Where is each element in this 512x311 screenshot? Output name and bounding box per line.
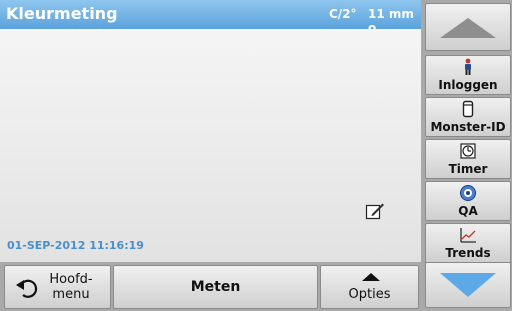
sample-id-label: Monster-ID bbox=[430, 120, 506, 134]
qa-icon bbox=[460, 185, 476, 201]
scroll-up-button[interactable] bbox=[425, 3, 511, 51]
measurement-area: 01-SEP-2012 11:16:19 bbox=[0, 29, 421, 262]
timer-button[interactable]: Timer bbox=[425, 139, 511, 179]
qa-button[interactable]: QA bbox=[425, 181, 511, 221]
main-menu-label-line2: menu bbox=[52, 287, 90, 302]
back-arrow-icon bbox=[16, 279, 38, 298]
options-button[interactable]: Opties bbox=[320, 265, 419, 309]
right-sidebar: Inloggen Monster-ID Timer QA Trends bbox=[421, 0, 512, 311]
page-title: Kleurmeting bbox=[6, 4, 118, 23]
trends-label: Trends bbox=[445, 246, 491, 260]
trends-button[interactable]: Trends bbox=[425, 223, 511, 263]
options-button-label: Opties bbox=[348, 287, 391, 302]
scroll-down-arrow-icon bbox=[440, 273, 496, 297]
measure-button[interactable]: Meten bbox=[113, 265, 318, 309]
person-icon bbox=[465, 58, 471, 75]
title-bar: Kleurmeting C/2° 11 mm o bbox=[0, 0, 421, 35]
main-menu-label-line1: Hoofd- bbox=[49, 272, 93, 287]
bottom-toolbar: Hoofd- menu Meten Opties bbox=[0, 262, 421, 311]
scroll-up-arrow-icon bbox=[440, 18, 496, 38]
timer-label: Timer bbox=[448, 162, 488, 176]
condition-indicator: C/2° bbox=[329, 7, 357, 21]
timer-icon bbox=[460, 143, 476, 159]
triangle-up-icon bbox=[362, 273, 380, 281]
qa-label: QA bbox=[458, 204, 478, 218]
main-menu-button[interactable]: Hoofd- menu bbox=[4, 265, 111, 309]
sample-vial-icon bbox=[462, 100, 474, 118]
edit-note-icon[interactable] bbox=[365, 201, 385, 221]
measure-button-label: Meten bbox=[190, 279, 241, 295]
datetime-stamp: 01-SEP-2012 11:16:19 bbox=[7, 239, 144, 252]
trend-chart-icon bbox=[460, 228, 476, 243]
scroll-down-button[interactable] bbox=[425, 262, 511, 308]
login-button[interactable]: Inloggen bbox=[425, 55, 511, 95]
login-label: Inloggen bbox=[438, 78, 498, 92]
sample-id-button[interactable]: Monster-ID bbox=[425, 97, 511, 137]
